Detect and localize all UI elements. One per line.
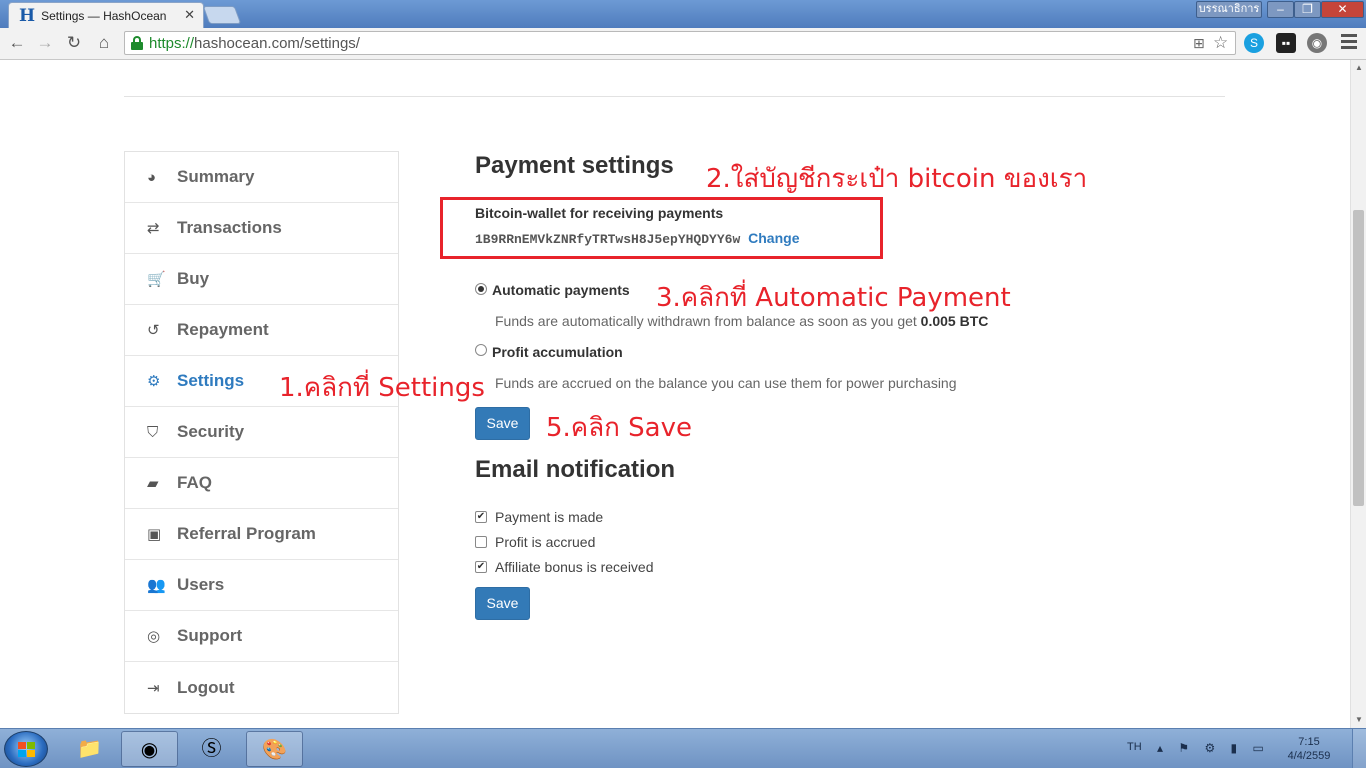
history-icon: ↺ xyxy=(147,322,160,339)
chrome-taskbar-icon[interactable]: ◉ xyxy=(121,731,178,767)
profile-button[interactable]: บรรณาธิการ xyxy=(1196,1,1262,18)
back-icon[interactable]: ← xyxy=(6,32,28,54)
payment-made-checkbox[interactable]: ✔ xyxy=(475,511,487,523)
close-window-button[interactable]: ✕ xyxy=(1321,1,1364,18)
sidebar-item-label: Repayment xyxy=(177,320,269,339)
book-icon: ▰ xyxy=(147,475,159,492)
clock[interactable]: 7:15 4/4/2559 xyxy=(1284,735,1334,763)
paint-taskbar-icon[interactable]: 🎨 xyxy=(246,731,303,767)
browser-tab[interactable]: H Settings — HashOcean ✕ xyxy=(8,2,204,28)
browser-title-bar: H Settings — HashOcean ✕ บรรณาธิการ – ❐ … xyxy=(0,0,1366,28)
close-tab-icon[interactable]: ✕ xyxy=(184,7,195,23)
annotation-step-3: 3.คลิกที่ Automatic Payment xyxy=(656,283,1011,313)
scroll-thumb[interactable] xyxy=(1353,210,1364,506)
windows-logo-icon xyxy=(18,742,36,758)
menu-icon[interactable] xyxy=(1341,34,1357,50)
sidebar-item-faq[interactable]: ▰ FAQ xyxy=(125,458,398,509)
change-wallet-link[interactable]: Change xyxy=(748,230,799,246)
wallet-address: 1B9RRnEMVkZNRfyTRTwsH8J5epYHQDYY6w xyxy=(475,232,741,247)
sidebar-item-buy[interactable]: 🛒 Buy xyxy=(125,254,398,305)
sidebar-item-label: Support xyxy=(177,626,243,645)
sidebar-item-label: Summary xyxy=(177,167,255,186)
sidebar-item-security[interactable]: ⛉ Security xyxy=(125,407,398,458)
url-text: https://hashocean.com/settings/ xyxy=(149,35,360,52)
scroll-up-icon[interactable]: ▲ xyxy=(1351,60,1366,76)
sidebar-item-transactions[interactable]: ⇄ Transactions xyxy=(125,203,398,254)
affiliate-bonus-checkbox[interactable]: ✔ xyxy=(475,561,487,573)
dashboard-icon: ◕ xyxy=(147,168,157,186)
file-explorer-taskbar-icon[interactable]: 📁 xyxy=(61,731,118,767)
sidebar-item-referral-program[interactable]: ▣ Referral Program xyxy=(125,509,398,560)
translate-icon[interactable]: ⊞ xyxy=(1193,35,1205,52)
maximize-button[interactable]: ❐ xyxy=(1294,1,1321,18)
sidebar-item-summary[interactable]: ◕ Summary xyxy=(125,152,398,203)
sidebar-item-label: Users xyxy=(177,575,225,594)
sidebar-item-label: FAQ xyxy=(177,473,212,492)
clock-date: 4/4/2559 xyxy=(1287,750,1331,762)
profit-accumulation-radio[interactable] xyxy=(475,344,487,356)
money-icon: ▣ xyxy=(147,526,162,543)
sidebar-item-repayment[interactable]: ↺ Repayment xyxy=(125,305,398,356)
sidebar-item-label: Logout xyxy=(177,677,235,697)
language-indicator[interactable]: TH xyxy=(1127,741,1142,753)
affiliate-bonus-label[interactable]: Affiliate bonus is received xyxy=(495,559,654,575)
sidebar-item-label: Buy xyxy=(177,269,210,288)
minimize-button[interactable]: – xyxy=(1267,1,1294,18)
star-icon[interactable]: ☆ xyxy=(1213,33,1228,53)
profit-accrued-checkbox[interactable] xyxy=(475,536,487,548)
reload-icon[interactable]: ↻ xyxy=(63,32,85,54)
sidebar-item-logout[interactable]: ⇥ Logout xyxy=(125,662,398,713)
gear-icon: ⚙ xyxy=(147,373,161,390)
sidebar-item-label: Referral Program xyxy=(177,524,316,543)
address-bar[interactable]: https://hashocean.com/settings/ ⊞ ☆ xyxy=(124,31,1236,55)
page-scrollbar[interactable]: ▲ ▼ xyxy=(1350,60,1366,728)
profit-accumulation-label[interactable]: Profit accumulation xyxy=(492,344,623,360)
sidebar-item-support[interactable]: ◎ Support xyxy=(125,611,398,662)
payment-settings-title: Payment settings xyxy=(475,152,674,179)
browser-toolbar: ← → ↻ ⌂ https://hashocean.com/settings/ … xyxy=(0,28,1366,60)
scroll-down-icon[interactable]: ▼ xyxy=(1351,712,1366,728)
extension-icon[interactable]: ▪▪ xyxy=(1276,33,1296,53)
system-tray-icons[interactable]: ▴ ⚑ ⚙ ▮ ▭ xyxy=(1157,741,1270,755)
windows-taskbar: 📁 ◉ Ⓢ 🎨 TH ▴ ⚑ ⚙ ▮ ▭ 7:15 4/4/2559 xyxy=(0,728,1366,768)
show-desktop-button[interactable] xyxy=(1352,729,1366,768)
email-notification-title: Email notification xyxy=(475,456,676,483)
annotation-step-1: 1.คลิกที่ Settings xyxy=(279,373,485,403)
sidebar-nav: ◕ Summary ⇄ Transactions 🛒 Buy ↺ Repayme… xyxy=(124,151,399,714)
automatic-payments-label[interactable]: Automatic payments xyxy=(492,282,630,298)
automatic-payments-radio[interactable] xyxy=(475,283,487,295)
tab-title: Settings — HashOcean xyxy=(41,8,167,23)
annotation-step-5: 5.คลิก Save xyxy=(546,413,692,443)
new-tab-button[interactable] xyxy=(202,6,242,24)
wallet-row: 1B9RRnEMVkZNRfyTRTwsH8J5epYHQDYY6w Chang… xyxy=(475,230,799,247)
start-button[interactable] xyxy=(4,731,48,767)
profit-accrued-label[interactable]: Profit is accrued xyxy=(495,534,595,550)
forward-icon[interactable]: → xyxy=(34,32,56,54)
lifebuoy-icon: ◎ xyxy=(147,628,161,645)
home-icon[interactable]: ⌂ xyxy=(93,32,115,54)
clock-time: 7:15 xyxy=(1298,736,1320,748)
lock-icon xyxy=(131,36,143,50)
sidebar-item-users[interactable]: 👥 Users xyxy=(125,560,398,611)
profit-accumulation-desc: Funds are accrued on the balance you can… xyxy=(495,375,957,391)
favicon-icon: H xyxy=(19,5,36,26)
email-save-button[interactable]: Save xyxy=(475,587,530,620)
users-icon: 👥 xyxy=(147,577,166,594)
page-viewport: ◕ Summary ⇄ Transactions 🛒 Buy ↺ Repayme… xyxy=(0,60,1350,728)
cart-icon: 🛒 xyxy=(147,271,166,288)
header-divider xyxy=(124,96,1225,97)
film-extension-icon[interactable]: ◉ xyxy=(1307,33,1327,53)
sidebar-item-label: Transactions xyxy=(177,218,282,237)
sidebar-item-label: Security xyxy=(177,422,245,441)
skype-taskbar-icon[interactable]: Ⓢ xyxy=(183,731,240,767)
payment-made-label[interactable]: Payment is made xyxy=(495,509,603,525)
annotation-step-2: 2.ใส่บัญชีกระเป๋า bitcoin ของเรา xyxy=(706,164,1088,194)
shield-icon: ⛉ xyxy=(147,423,159,441)
sign-out-icon: ⇥ xyxy=(147,679,160,697)
sidebar-item-label: Settings xyxy=(177,371,245,390)
skype-extension-icon[interactable]: S xyxy=(1244,33,1264,53)
payment-save-button[interactable]: Save xyxy=(475,407,530,440)
wallet-label: Bitcoin-wallet for receiving payments xyxy=(475,205,724,221)
exchange-icon: ⇄ xyxy=(147,220,160,237)
